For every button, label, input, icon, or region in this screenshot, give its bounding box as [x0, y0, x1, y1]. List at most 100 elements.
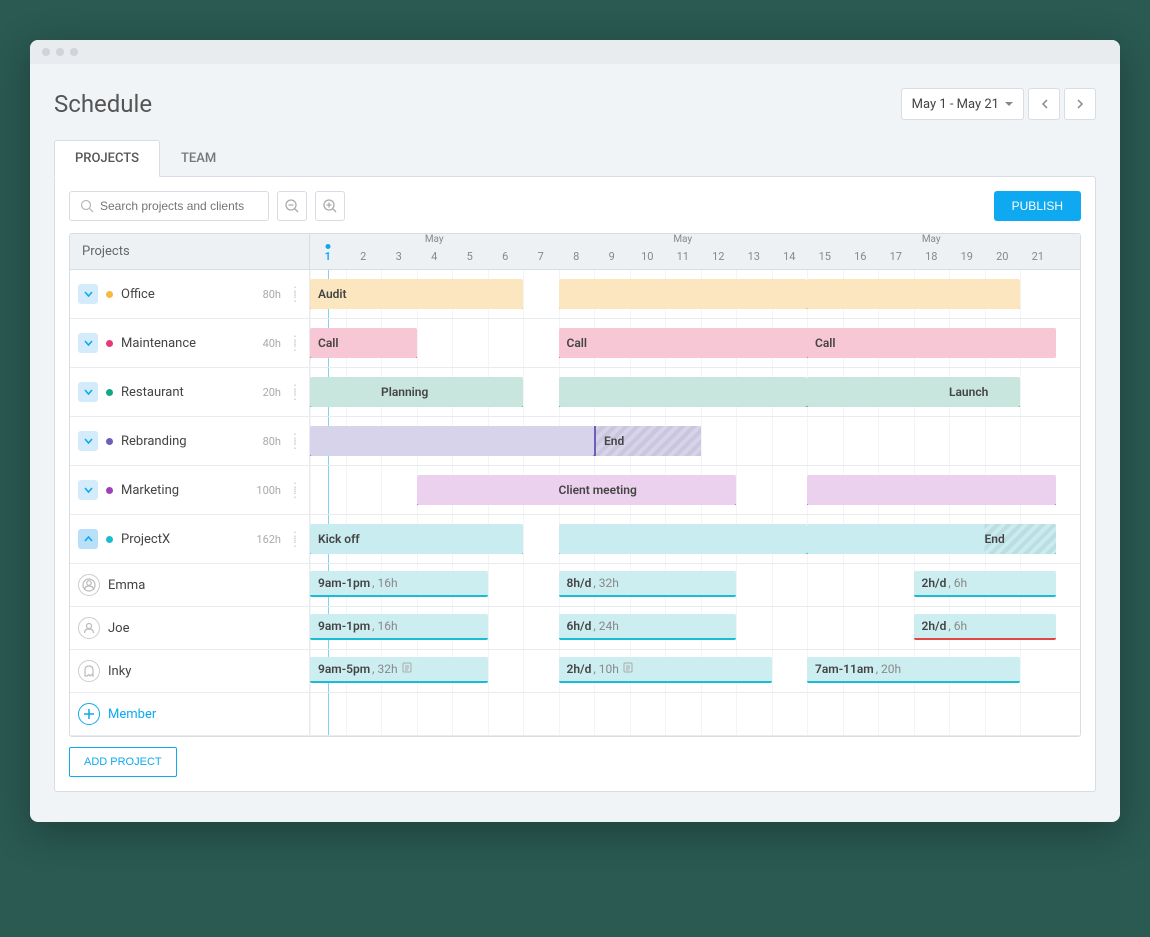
- next-button[interactable]: [1064, 88, 1096, 120]
- schedule-bar[interactable]: [559, 377, 808, 407]
- app-window: Schedule May 1 - May 21 PROJECTS TEAM: [30, 40, 1120, 822]
- schedule-bar[interactable]: [559, 524, 808, 554]
- day-header: 17: [878, 248, 914, 267]
- add-project-button[interactable]: ADD PROJECT: [69, 747, 177, 777]
- project-hours: 40h: [263, 337, 281, 350]
- publish-button[interactable]: PUBLISH: [994, 191, 1081, 221]
- day-header: 2: [346, 248, 382, 267]
- day-header: 3: [381, 248, 417, 267]
- day-header: 5: [452, 248, 488, 267]
- add-member-row[interactable]: Member: [70, 693, 1080, 736]
- project-name: Rebranding: [121, 434, 255, 449]
- day-header: 15: [807, 248, 843, 267]
- schedule-bar[interactable]: Audit: [310, 279, 523, 309]
- caret-down-icon: [1005, 102, 1013, 107]
- tab-team[interactable]: TEAM: [160, 140, 237, 177]
- project-dot: [106, 536, 113, 543]
- chevron-left-icon: [1041, 99, 1048, 109]
- projects-column-header: Projects: [70, 234, 310, 269]
- project-dot: [106, 291, 113, 298]
- schedule-bar[interactable]: [559, 279, 808, 309]
- schedule-bar[interactable]: Call: [310, 328, 417, 358]
- project-name: Office: [121, 287, 255, 302]
- avatar-icon: [78, 660, 100, 682]
- timeline-header: MayMayMay 123456789101112131415161718192…: [310, 234, 1080, 269]
- day-header: 1: [310, 248, 346, 267]
- day-header: 4: [417, 248, 453, 267]
- page-title: Schedule: [54, 90, 152, 118]
- member-name: Emma: [108, 578, 301, 593]
- project-name: Marketing: [121, 483, 248, 498]
- note-icon: [623, 662, 633, 676]
- project-hours: 80h: [263, 435, 281, 448]
- drag-handle-icon[interactable]: ⋮⋮: [289, 387, 301, 397]
- day-header: 16: [843, 248, 879, 267]
- project-row: Office 80h ⋮⋮ Audit: [70, 270, 1080, 319]
- expand-chevron[interactable]: [78, 382, 98, 402]
- project-dot: [106, 389, 113, 396]
- tab-projects[interactable]: PROJECTS: [54, 140, 160, 177]
- add-member-label: Member: [108, 707, 301, 722]
- schedule-bar[interactable]: [310, 426, 594, 456]
- assignment-bar[interactable]: 2h/d, 6h: [914, 571, 1056, 597]
- assignment-bar[interactable]: 9am-1pm, 16h: [310, 571, 488, 597]
- drag-handle-icon[interactable]: ⋮⋮: [289, 436, 301, 446]
- project-name: ProjectX: [121, 532, 248, 547]
- day-header: 8: [559, 248, 595, 267]
- zoom-out-button[interactable]: [277, 191, 307, 221]
- project-hours: 100h: [256, 484, 281, 497]
- schedule-bar[interactable]: [807, 475, 1056, 505]
- day-header: 12: [701, 248, 737, 267]
- avatar-icon: [78, 617, 100, 639]
- drag-handle-icon[interactable]: ⋮⋮: [289, 485, 301, 495]
- day-header: 18: [914, 248, 950, 267]
- prev-button[interactable]: [1028, 88, 1060, 120]
- assignment-bar[interactable]: 6h/d, 24h: [559, 614, 737, 640]
- note-icon: [402, 662, 412, 676]
- expand-chevron[interactable]: [78, 333, 98, 353]
- schedule-grid: Projects MayMayMay 123456789101112131415…: [69, 233, 1081, 737]
- drag-handle-icon[interactable]: ⋮⋮: [289, 289, 301, 299]
- assignment-bar[interactable]: 7am-11am, 20h: [807, 657, 1020, 683]
- project-row: Restaurant 20h ⋮⋮ PlanningLaunch: [70, 368, 1080, 417]
- schedule-bar[interactable]: Kick off: [310, 524, 523, 554]
- project-name: Restaurant: [121, 385, 255, 400]
- day-header: 10: [630, 248, 666, 267]
- milestone[interactable]: End: [594, 426, 701, 456]
- project-row: Maintenance 40h ⋮⋮ CallCallCall: [70, 319, 1080, 368]
- avatar-icon: [78, 574, 100, 596]
- expand-chevron[interactable]: [78, 284, 98, 304]
- schedule-bar[interactable]: Planning: [310, 377, 523, 407]
- day-header: 13: [736, 248, 772, 267]
- day-header: 14: [772, 248, 808, 267]
- zoom-out-icon: [284, 198, 300, 214]
- schedule-bar[interactable]: Launch: [807, 377, 1020, 407]
- project-dot: [106, 487, 113, 494]
- zoom-in-icon: [322, 198, 338, 214]
- project-dot: [106, 438, 113, 445]
- assignment-bar[interactable]: 9am-1pm, 16h: [310, 614, 488, 640]
- assignment-bar[interactable]: 9am-5pm, 32h: [310, 657, 488, 683]
- schedule-bar[interactable]: End: [807, 524, 1056, 554]
- drag-handle-icon[interactable]: ⋮⋮: [289, 338, 301, 348]
- assignment-bar[interactable]: 2h/d, 10h: [559, 657, 772, 683]
- drag-handle-icon[interactable]: ⋮⋮: [289, 534, 301, 544]
- search-input-wrapper: [69, 191, 269, 221]
- search-input[interactable]: [100, 199, 258, 213]
- assignment-bar[interactable]: 8h/d, 32h: [559, 571, 737, 597]
- project-dot: [106, 340, 113, 347]
- zoom-in-button[interactable]: [315, 191, 345, 221]
- project-row: Rebranding 80h ⋮⋮ End: [70, 417, 1080, 466]
- window-dot: [42, 48, 50, 56]
- date-range-picker[interactable]: May 1 - May 21: [901, 88, 1024, 120]
- expand-chevron[interactable]: [78, 480, 98, 500]
- schedule-bar[interactable]: [807, 279, 1020, 309]
- expand-chevron[interactable]: [78, 529, 98, 549]
- day-header: 20: [985, 248, 1021, 267]
- assignment-bar[interactable]: 2h/d, 6h: [914, 614, 1056, 640]
- expand-chevron[interactable]: [78, 431, 98, 451]
- member-name: Joe: [108, 621, 301, 636]
- schedule-bar[interactable]: Call: [807, 328, 1056, 358]
- member-row: Emma 9am-1pm, 16h 8h/d, 32h 2h/d, 6h: [70, 564, 1080, 607]
- schedule-bar[interactable]: Client meeting: [417, 475, 737, 505]
